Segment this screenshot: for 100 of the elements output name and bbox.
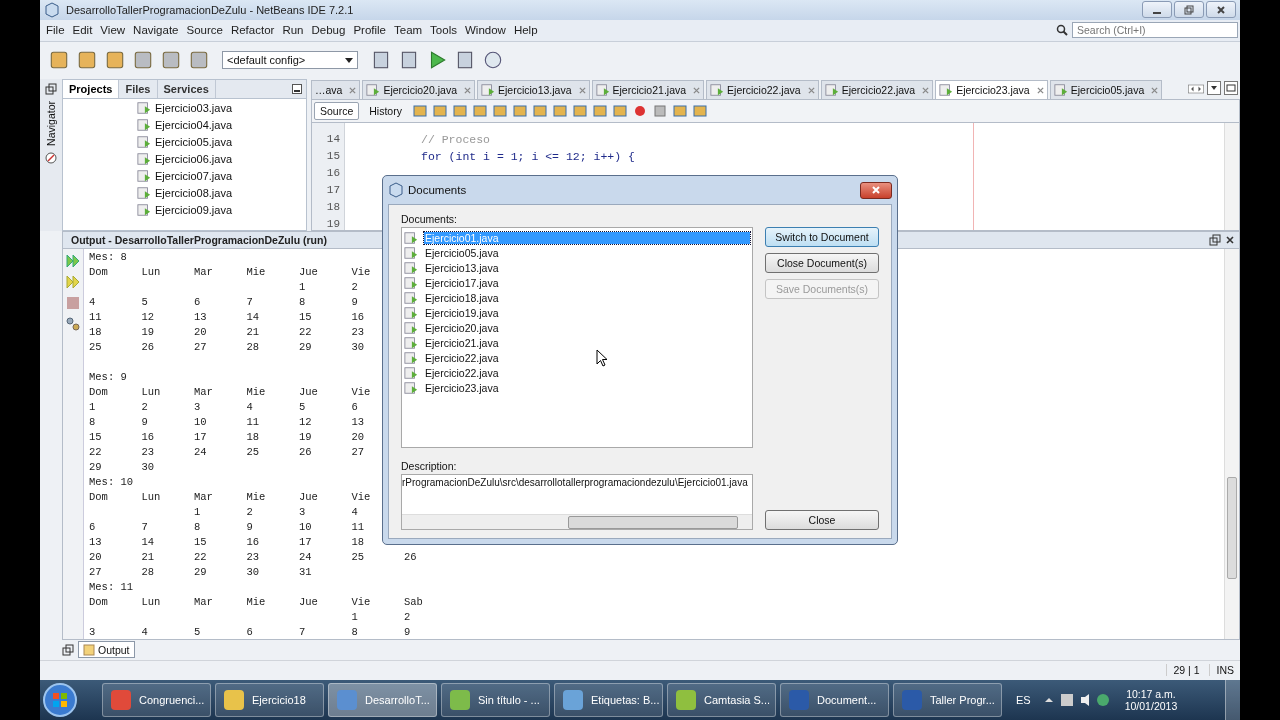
cube-icon	[388, 182, 404, 198]
taskbar-item[interactable]: Taller Progr...	[893, 683, 1002, 717]
menu-item[interactable]: Navigate	[129, 24, 183, 37]
panel-tab[interactable]: Files	[119, 80, 158, 98]
output-tab[interactable]: Output	[78, 641, 135, 659]
view-tab[interactable]: Source	[314, 102, 360, 120]
file-list-item[interactable]: Ejercicio17.java	[424, 276, 750, 289]
menu-item[interactable]: File	[42, 24, 69, 37]
tree-item[interactable]: Ejercicio04.java	[155, 118, 233, 131]
taskbar-item[interactable]: Document...	[780, 683, 889, 717]
close-button[interactable]	[860, 181, 892, 199]
close-dialog-button[interactable]: Close	[765, 510, 879, 530]
rerun-icon[interactable]	[65, 253, 81, 269]
taskbar-item[interactable]: Ejercicio18	[215, 683, 324, 717]
panel-tab[interactable]: Projects	[63, 80, 120, 98]
file-list-item[interactable]: Ejercicio23.java	[424, 381, 750, 394]
output-text: Mar	[194, 490, 214, 503]
tree-item[interactable]: Ejercicio03.java	[155, 101, 233, 114]
restore-window-icon[interactable]	[62, 643, 74, 656]
menu-item[interactable]: Window	[460, 24, 510, 37]
stop-icon[interactable]	[65, 295, 81, 311]
output-text: 15	[299, 310, 313, 323]
file-list-item[interactable]: Ejercicio20.java	[424, 321, 750, 334]
editor-tab[interactable]: Ejercicio22.java	[820, 80, 934, 99]
minimize-button[interactable]	[1142, 1, 1172, 19]
file-list-item[interactable]: Ejercicio13.java	[424, 261, 750, 274]
editor-tab[interactable]: Ejercicio20.java	[362, 80, 475, 99]
output-text: 26	[404, 550, 418, 563]
file-list-item[interactable]: Ejercicio19.java	[424, 306, 750, 319]
tree-item[interactable]: Ejercicio05.java	[155, 135, 233, 148]
output-text: 12	[141, 310, 156, 323]
search-field[interactable]: Search (Ctrl+I)	[1072, 22, 1238, 39]
taskbar-item[interactable]: DesarrolloT...	[328, 683, 437, 717]
panel-tab[interactable]: Services	[157, 80, 216, 98]
maximize-icon[interactable]	[1224, 81, 1238, 95]
output-text: 28	[246, 340, 261, 353]
view-tab[interactable]: History	[363, 102, 408, 120]
config-dropdown[interactable]: <default config>	[222, 51, 358, 70]
output-text: Jue	[299, 490, 319, 503]
java-file-icon	[404, 335, 418, 350]
restore-window-icon[interactable]	[45, 83, 57, 95]
editor-tab[interactable]: …ava	[311, 80, 361, 99]
dialog-button[interactable]: Close Document(s)	[765, 253, 879, 273]
scrollbar[interactable]	[1224, 123, 1239, 230]
show-desktop-button[interactable]	[1225, 680, 1240, 720]
start-button[interactable]	[42, 682, 78, 718]
tree-item[interactable]: Ejercicio07.java	[155, 169, 233, 182]
file-list-item[interactable]: Ejercicio22.java	[424, 351, 750, 364]
restore-window-icon[interactable]	[1209, 234, 1221, 246]
output-text: 24	[299, 550, 313, 563]
java-file-icon	[404, 350, 418, 365]
editor-tab[interactable]: Ejercicio05.java	[1049, 80, 1163, 99]
menu-item[interactable]: Help	[509, 24, 542, 37]
rerun-with-options-icon[interactable]	[65, 274, 81, 290]
stop-icon[interactable]	[651, 103, 668, 119]
output-text: 2	[141, 400, 149, 413]
navigator-tab[interactable]: Navigator	[45, 101, 57, 146]
file-list-item[interactable]: Ejercicio22.java	[424, 366, 750, 379]
taskbar-item[interactable]: Sin título - ...	[441, 683, 550, 717]
tree-item[interactable]: Ejercicio08.java	[155, 186, 233, 199]
taskbar-item[interactable]: Etiquetas: B...	[554, 683, 663, 717]
tree-item[interactable]: Ejercicio06.java	[155, 152, 233, 165]
taskbar-item[interactable]: Camtasia S...	[667, 683, 776, 717]
java-file-icon	[481, 83, 495, 97]
editor-tab[interactable]: Ejercicio23.java	[935, 80, 1048, 99]
minimize-icon[interactable]	[292, 84, 302, 94]
file-list-item[interactable]: Ejercicio18.java	[424, 291, 750, 304]
dialog-button[interactable]: Switch to Document	[765, 227, 879, 247]
dropdown-icon[interactable]	[1207, 81, 1221, 95]
editor-tab[interactable]: Ejercicio21.java	[591, 80, 705, 99]
output-text: Lun	[141, 490, 162, 503]
pointer-icon	[596, 349, 608, 367]
menu-item[interactable]: View	[96, 24, 130, 37]
menu-item[interactable]: Team	[390, 24, 427, 37]
menu-item[interactable]: Profile	[349, 24, 390, 37]
file-list-item[interactable]: Ejercicio21.java	[424, 336, 750, 349]
menu-item[interactable]: Tools	[426, 24, 461, 37]
tree-item[interactable]: Ejercicio09.java	[155, 203, 233, 216]
close-button[interactable]	[1206, 1, 1236, 19]
editor-tab[interactable]: Ejercicio13.java	[477, 80, 590, 99]
output-window-icon	[83, 643, 95, 656]
output-text: Mie	[246, 595, 267, 608]
java-file-icon	[1053, 83, 1068, 97]
taskbar-item[interactable]: Congruenci...	[102, 683, 211, 717]
output-text: 19	[299, 430, 313, 443]
output-text: 27	[351, 445, 366, 458]
output-text: 9	[351, 295, 359, 308]
menu-item[interactable]: Refactor	[226, 24, 279, 37]
scrollbar[interactable]	[1224, 249, 1239, 639]
close-icon[interactable]	[1225, 235, 1235, 245]
restore-button[interactable]	[1174, 1, 1204, 19]
editor-tab[interactable]: Ejercicio22.java	[706, 80, 819, 99]
menu-item[interactable]: Source	[182, 24, 227, 37]
menu-item[interactable]: Debug	[307, 24, 350, 37]
language-indicator[interactable]: ES	[1016, 694, 1031, 706]
output-text: 13	[351, 415, 366, 428]
file-list-item[interactable]: Ejercicio05.java	[424, 246, 750, 259]
menu-item[interactable]: Run	[278, 24, 308, 37]
menu-item[interactable]: Edit	[68, 24, 97, 37]
horizontal-scrollbar[interactable]	[402, 514, 752, 529]
